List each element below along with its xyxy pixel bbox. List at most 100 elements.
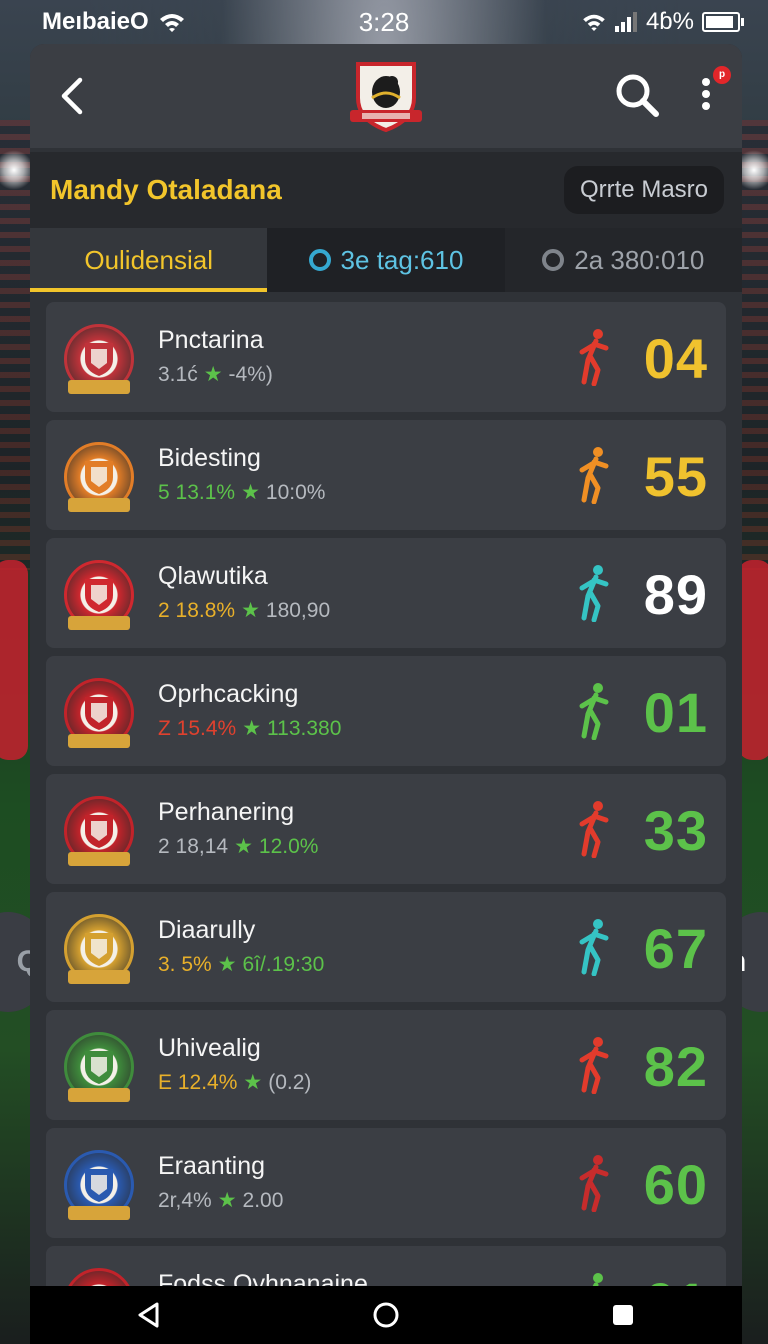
star-icon: ★ [234, 835, 253, 858]
player-run-icon [579, 919, 609, 976]
page-title: Mandy Otaladana [50, 174, 282, 205]
team-crest-icon [64, 442, 134, 512]
team-crest-icon [64, 324, 134, 394]
team-crest-icon [64, 678, 134, 748]
star-icon: ★ [243, 1071, 263, 1094]
team-card[interactable]: Fodss Oyhnanaine 61 [46, 1246, 726, 1286]
battery-icon [702, 12, 744, 32]
stat-secondary: (0.2) [268, 1070, 312, 1094]
team-score: 55 [643, 445, 708, 508]
team-stats: 3.1ć ★ -4%) [158, 362, 273, 387]
team-name: Fodss Oyhnanaine [158, 1270, 368, 1286]
team-stats: 2r,4% ★ 2.00 [158, 1188, 283, 1213]
stat-primary: Z 15.4% [158, 716, 237, 740]
player-run-icon [579, 565, 609, 622]
player-run-icon [579, 683, 609, 740]
star-icon: ★ [241, 481, 260, 504]
wifi-icon [583, 14, 605, 31]
wifi-icon [159, 14, 184, 32]
tab-label: 2a 380:010 [574, 244, 705, 275]
nav-recents-icon[interactable] [609, 1301, 637, 1329]
tab-label: 3e tag:610 [340, 244, 464, 275]
tab-bar: Oulidensial 3e tag:610 2a 380:010 [30, 228, 742, 292]
app-window: p Mandy Otaladana Qrrte Masro Oulidensia… [30, 44, 742, 1286]
section-header: Mandy Otaladana Qrrte Masro [30, 152, 742, 228]
team-name: Pnctarina [158, 326, 264, 354]
team-card[interactable]: Bidesting 5 13.1% ★ 10:0% 55 [46, 420, 726, 530]
team-name: Oprhcacking [158, 680, 299, 708]
stat-primary: E 12.4% [158, 1070, 238, 1094]
team-crest-icon [64, 1032, 134, 1102]
club-logo-icon[interactable] [348, 58, 424, 134]
nav-back-icon[interactable] [135, 1301, 163, 1329]
team-crest-icon [64, 914, 134, 984]
team-score: 82 [643, 1035, 708, 1098]
team-name: Uhivealig [158, 1034, 261, 1062]
background-player-left [0, 560, 28, 760]
battery-fill [706, 16, 734, 28]
team-name: Bidesting [158, 444, 261, 472]
back-arrow-icon[interactable] [52, 74, 96, 118]
carrier-name: MeıbaieO [42, 8, 149, 35]
stat-secondary: -4%) [228, 362, 273, 386]
stat-secondary: 12.0% [258, 834, 319, 858]
team-stats: E 12.4% ★ (0.2) [158, 1070, 311, 1095]
team-list: Pnctarina 3.1ć ★ -4%) 04 Bidesting 5 13.1% ★ 10:… [30, 292, 742, 1286]
team-score: 61 [644, 1270, 708, 1286]
tab-2a[interactable]: 2a 380:010 [505, 228, 742, 292]
nav-home-icon[interactable] [372, 1301, 400, 1329]
team-card[interactable]: Oprhcacking Z 15.4% ★ 113.380 01 [46, 656, 726, 766]
team-stats: 3. 5% ★ 6î/.19:30 [158, 952, 324, 977]
tab-tag[interactable]: 3e tag:610 [267, 228, 505, 292]
team-card[interactable]: Perhanering 2 18,14 ★ 12.0% 33 [46, 774, 726, 884]
star-icon: ★ [203, 363, 223, 386]
tab-oulidensial[interactable]: Oulidensial [30, 228, 268, 292]
team-crest-icon [64, 1150, 134, 1220]
team-card[interactable]: Pnctarina 3.1ć ★ -4%) 04 [46, 302, 726, 412]
tab-label: Oulidensial [84, 244, 213, 275]
star-icon: ★ [241, 599, 260, 622]
search-icon[interactable] [614, 72, 660, 118]
team-score: 04 [643, 327, 708, 390]
star-icon: ★ [217, 1189, 237, 1212]
stat-primary: 2r,4% [158, 1188, 212, 1212]
stat-primary: 3.1ć [158, 362, 198, 386]
player-run-icon [579, 447, 609, 504]
team-stats: 5 13.1% ★ 10:0% [158, 480, 325, 505]
header-action-pill[interactable]: Qrrte Masro [563, 166, 724, 214]
team-card[interactable]: Eraanting 2r,4% ★ 2.00 60 [46, 1128, 726, 1238]
stat-primary: 2 18,14 [158, 834, 229, 858]
status-bar: MeıbaieO 3:28 4ɓ% [0, 0, 768, 44]
player-run-icon [579, 329, 609, 386]
team-card[interactable]: Uhivealig E 12.4% ★ (0.2) 82 [46, 1010, 726, 1120]
team-score: 67 [643, 917, 708, 980]
player-run-icon [592, 1273, 603, 1286]
stat-primary: 5 13.1% [158, 480, 236, 504]
team-name: Eraanting [158, 1152, 266, 1180]
team-score: 89 [643, 563, 708, 626]
stat-secondary: 6î/.19:30 [242, 952, 325, 976]
star-icon: ★ [242, 717, 262, 740]
circle-icon [308, 249, 331, 271]
stat-primary: 2 18.8% [158, 598, 236, 622]
stat-secondary: 2.00 [242, 1188, 284, 1212]
team-card[interactable]: Diaarully 3. 5% ★ 6î/.19:30 67 [46, 892, 726, 1002]
team-name: Diaarully [158, 916, 256, 944]
team-name: Qlawutika [158, 562, 268, 590]
team-stats: 2 18,14 ★ 12.0% [158, 834, 318, 859]
team-stats: 2 18.8% ★ 180,90 [158, 598, 330, 623]
team-stats: Z 15.4% ★ 113.380 [158, 716, 341, 741]
player-run-icon [579, 1037, 609, 1094]
team-score: 01 [643, 681, 708, 744]
player-run-icon [579, 801, 609, 858]
team-card[interactable]: Qlawutika 2 18.8% ★ 180,90 89 [46, 538, 726, 648]
stat-primary: 3. 5% [158, 952, 212, 976]
team-score: 60 [643, 1153, 708, 1216]
signal-icon [614, 12, 637, 32]
background-player-right [738, 560, 768, 760]
team-score: 33 [643, 799, 708, 862]
notification-badge: p [713, 66, 731, 84]
battery-percent: 4ɓ% [645, 8, 694, 35]
player-run-icon [579, 1155, 609, 1212]
stat-secondary: 10:0% [265, 480, 326, 504]
